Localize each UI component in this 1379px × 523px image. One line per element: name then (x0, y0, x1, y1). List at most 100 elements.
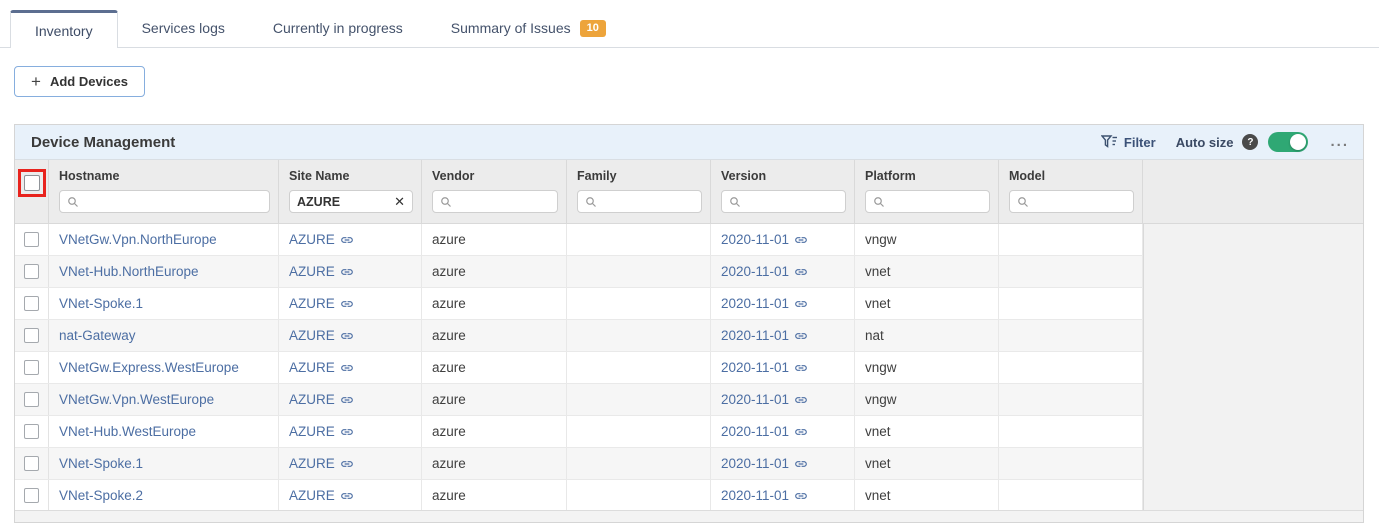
link-icon[interactable] (340, 265, 354, 279)
cell-hostname[interactable]: VNet-Hub.NorthEurope (49, 256, 279, 287)
column-title-vendor[interactable]: Vendor (432, 169, 558, 183)
column-title-platform[interactable]: Platform (865, 169, 990, 183)
column-filter-hostname (59, 190, 270, 213)
help-icon[interactable]: ? (1242, 134, 1258, 150)
panel-header-controls: Filter Auto size ? ... (1101, 132, 1349, 152)
cell-version[interactable]: 2020-11-01 (711, 256, 855, 287)
cell-site[interactable]: AZURE (279, 224, 422, 255)
link-icon[interactable] (794, 425, 808, 439)
cell-family (567, 352, 711, 383)
link-icon[interactable] (340, 425, 354, 439)
cell-site[interactable]: AZURE (279, 256, 422, 287)
column-title-site[interactable]: Site Name (289, 169, 413, 183)
row-checkbox[interactable] (24, 456, 39, 471)
column-title-model[interactable]: Model (1009, 169, 1134, 183)
cell-platform: vngw (855, 352, 999, 383)
cell-vendor: azure (422, 384, 567, 415)
filter-input-platform[interactable] (891, 195, 982, 209)
cell-version[interactable]: 2020-11-01 (711, 352, 855, 383)
link-icon[interactable] (794, 361, 808, 375)
row-checkbox[interactable] (24, 296, 39, 311)
cell-site[interactable]: AZURE (279, 320, 422, 351)
row-checkbox[interactable] (24, 328, 39, 343)
cell-hostname[interactable]: VNetGw.Vpn.NorthEurope (49, 224, 279, 255)
column-title-version[interactable]: Version (721, 169, 846, 183)
row-checkbox-cell (15, 224, 49, 255)
column-title-hostname[interactable]: Hostname (59, 169, 270, 183)
add-devices-button[interactable]: + Add Devices (14, 66, 145, 97)
cell-site[interactable]: AZURE (279, 448, 422, 479)
cell-hostname[interactable]: VNet-Hub.WestEurope (49, 416, 279, 447)
cell-version[interactable]: 2020-11-01 (711, 448, 855, 479)
filter-button[interactable]: Filter (1101, 135, 1156, 150)
cell-site[interactable]: AZURE (279, 416, 422, 447)
select-all-checkbox[interactable] (24, 175, 40, 191)
hostname-link-text: VNetGw.Vpn.WestEurope (59, 392, 214, 407)
link-icon[interactable] (340, 297, 354, 311)
row-checkbox[interactable] (24, 232, 39, 247)
version-link-text: 2020-11-01 (721, 328, 789, 343)
cell-version[interactable]: 2020-11-01 (711, 480, 855, 510)
cell-version[interactable]: 2020-11-01 (711, 416, 855, 447)
cell-version[interactable]: 2020-11-01 (711, 320, 855, 351)
filter-input-version[interactable] (747, 195, 838, 209)
cell-hostname[interactable]: VNetGw.Vpn.WestEurope (49, 384, 279, 415)
cell-version[interactable]: 2020-11-01 (711, 224, 855, 255)
tab-label: Summary of Issues (451, 20, 571, 36)
cell-hostname[interactable]: VNet-Spoke.1 (49, 448, 279, 479)
filter-input-vendor[interactable] (458, 195, 550, 209)
link-icon[interactable] (340, 393, 354, 407)
link-icon[interactable] (794, 265, 808, 279)
column-title-family[interactable]: Family (577, 169, 702, 183)
table-header: Hostname Site Name ✕ Vendor Family Version Pla… (15, 160, 1363, 224)
tab-currently-in-progress[interactable]: Currently in progress (249, 9, 427, 47)
horizontal-scrollbar-track[interactable] (15, 510, 1363, 522)
column-header-site: Site Name ✕ (279, 160, 422, 223)
link-icon[interactable] (794, 297, 808, 311)
version-link-text: 2020-11-01 (721, 296, 789, 311)
cell-version[interactable]: 2020-11-01 (711, 384, 855, 415)
cell-site[interactable]: AZURE (279, 352, 422, 383)
site-link-text: AZURE (289, 232, 335, 247)
filter-input-model[interactable] (1035, 195, 1126, 209)
cell-hostname[interactable]: VNet-Spoke.1 (49, 288, 279, 319)
row-checkbox[interactable] (24, 488, 39, 503)
link-icon[interactable] (794, 457, 808, 471)
cell-site[interactable]: AZURE (279, 288, 422, 319)
row-checkbox[interactable] (24, 360, 39, 375)
cell-hostname[interactable]: VNet-Spoke.2 (49, 480, 279, 510)
row-checkbox[interactable] (24, 424, 39, 439)
link-icon[interactable] (340, 233, 354, 247)
link-icon[interactable] (794, 489, 808, 503)
link-icon[interactable] (340, 489, 354, 503)
cell-hostname[interactable]: VNetGw.Express.WestEurope (49, 352, 279, 383)
cell-site[interactable]: AZURE (279, 384, 422, 415)
clear-filter-icon[interactable]: ✕ (394, 195, 405, 208)
cell-model (999, 384, 1143, 415)
link-icon[interactable] (340, 457, 354, 471)
tab-services-logs[interactable]: Services logs (118, 9, 249, 47)
link-icon[interactable] (794, 329, 808, 343)
cell-version[interactable]: 2020-11-01 (711, 288, 855, 319)
filter-input-site[interactable] (297, 195, 388, 209)
filter-input-family[interactable] (603, 195, 694, 209)
cell-vendor: azure (422, 352, 567, 383)
tab-inventory[interactable]: Inventory (10, 10, 118, 48)
cell-model (999, 480, 1143, 510)
cell-hostname[interactable]: nat-Gateway (49, 320, 279, 351)
autosize-toggle[interactable] (1268, 132, 1308, 152)
site-link-text: AZURE (289, 296, 335, 311)
filter-input-hostname[interactable] (85, 195, 262, 209)
cell-platform: vngw (855, 224, 999, 255)
more-menu-button[interactable]: ... (1330, 137, 1349, 147)
tab-summary-of-issues[interactable]: Summary of Issues 10 (427, 9, 630, 47)
column-header-platform: Platform (855, 160, 999, 223)
hostname-link-text: VNet-Hub.NorthEurope (59, 264, 199, 279)
link-icon[interactable] (340, 329, 354, 343)
link-icon[interactable] (340, 361, 354, 375)
row-checkbox[interactable] (24, 392, 39, 407)
link-icon[interactable] (794, 233, 808, 247)
row-checkbox[interactable] (24, 264, 39, 279)
link-icon[interactable] (794, 393, 808, 407)
cell-site[interactable]: AZURE (279, 480, 422, 510)
